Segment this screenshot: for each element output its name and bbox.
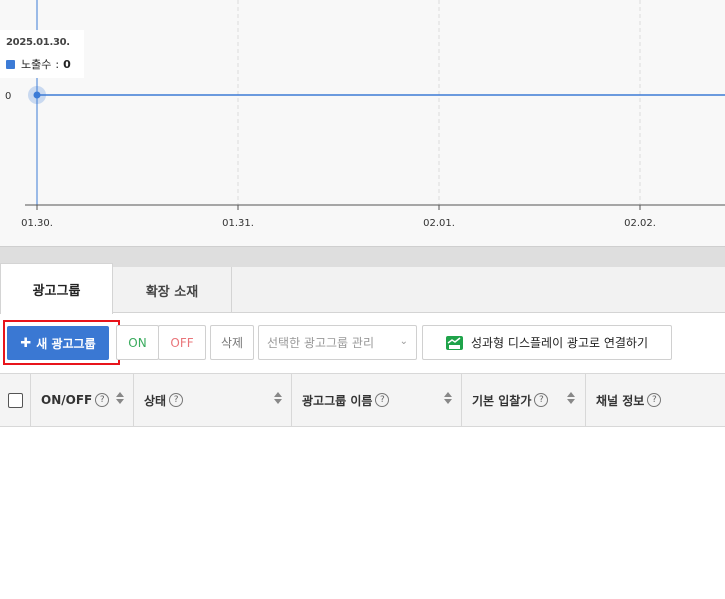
question-circle-icon[interactable]: ?: [534, 393, 549, 407]
ad-chart-icon: [445, 335, 463, 350]
column-label: 기본 입찰가: [472, 393, 532, 408]
column-label: ON/OFF: [41, 393, 93, 407]
column-header-onoff[interactable]: ON/OFF ?: [31, 374, 134, 426]
question-circle-icon[interactable]: ?: [95, 393, 110, 407]
x-tick-label: 02.01.: [423, 218, 455, 229]
column-label: 채널 정보: [596, 393, 645, 408]
plus-icon: ✚: [20, 335, 32, 351]
new-adgroup-label: 새 광고그룹: [36, 336, 96, 351]
off-button[interactable]: OFF: [158, 325, 206, 360]
y-tick-label: 0: [5, 91, 11, 102]
new-adgroup-button[interactable]: ✚ 새 광고그룹: [7, 326, 109, 360]
tooltip-series-name: 노출수: [21, 58, 52, 71]
column-header-channel-info[interactable]: 채널 정보 ?: [586, 374, 725, 426]
connect-display-ad-button[interactable]: 성과형 디스플레이 광고로 연결하기: [422, 325, 672, 360]
line-chart: 0 01.30. 01.31. 02.01. 02.02.: [5, 0, 725, 229]
sort-icon[interactable]: [274, 392, 282, 406]
chart-area: 0 01.30. 01.31. 02.01. 02.02. 2025.01.30. 노출…: [0, 0, 725, 246]
delete-button[interactable]: 삭제: [210, 325, 254, 360]
chevron-down-icon: ⌄: [399, 336, 408, 347]
data-point: [33, 91, 41, 99]
select-all-cell: [0, 374, 31, 426]
tooltip-separator: :: [55, 57, 60, 71]
x-tick-label: 02.02.: [624, 218, 656, 229]
sort-icon[interactable]: [567, 392, 575, 406]
tooltip-value: 0: [63, 57, 71, 71]
x-tick-label: 01.30.: [21, 218, 53, 229]
question-circle-icon[interactable]: ?: [375, 393, 390, 407]
tab-bar: 광고그룹 확장 소재: [0, 263, 725, 314]
manage-selected-select[interactable]: 선택한 광고그룹 관리 ⌄: [258, 325, 417, 360]
question-circle-icon[interactable]: ?: [647, 393, 662, 407]
tooltip-row: 노출수 : 0: [6, 56, 84, 72]
column-header-status[interactable]: 상태 ?: [134, 374, 292, 426]
question-circle-icon[interactable]: ?: [169, 393, 184, 407]
tab-extension-material[interactable]: 확장 소재: [113, 267, 232, 313]
select-all-checkbox[interactable]: [7, 392, 23, 408]
column-label: 광고그룹 이름: [302, 393, 373, 408]
table-header: ON/OFF ? 상태 ? 광고그룹 이름 ? 기본 입찰가 ? 채널 정보 ?: [0, 373, 725, 427]
chart-tooltip: 2025.01.30. 노출수 : 0: [0, 30, 84, 78]
column-label: 상태: [144, 393, 167, 408]
x-tick-label: 01.31.: [222, 218, 254, 229]
connect-display-ad-label: 성과형 디스플레이 광고로 연결하기: [470, 336, 649, 350]
series-swatch: [6, 59, 15, 69]
sort-icon[interactable]: [444, 392, 452, 406]
tab-adgroup[interactable]: 광고그룹: [0, 263, 113, 314]
toolbar: ✚ 새 광고그룹 ON OFF 삭제 선택한 광고그룹 관리 ⌄ 성과형 디스플…: [0, 314, 725, 372]
manage-select-value: 선택한 광고그룹 관리: [267, 336, 374, 350]
column-header-adgroup-name[interactable]: 광고그룹 이름 ?: [292, 374, 462, 426]
column-header-base-bid[interactable]: 기본 입찰가 ?: [462, 374, 586, 426]
on-button[interactable]: ON: [116, 325, 159, 360]
tooltip-date: 2025.01.30.: [6, 37, 70, 48]
sort-icon[interactable]: [116, 392, 124, 406]
